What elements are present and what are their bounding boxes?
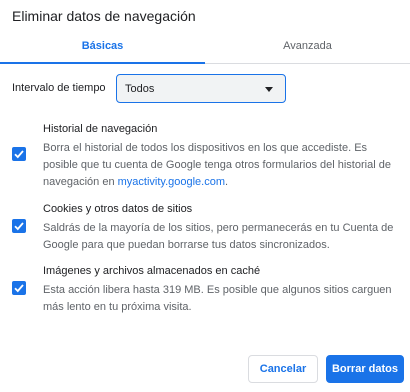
cache-checkbox[interactable] [12, 281, 26, 295]
caret-down-icon [265, 87, 273, 92]
tab-bar: Básicas Avanzada [0, 34, 410, 64]
time-range-value: Todos [125, 82, 155, 95]
tab-basic[interactable]: Básicas [0, 40, 205, 52]
checkmark-icon [14, 284, 24, 293]
active-tab-indicator [0, 62, 205, 64]
checkmark-icon [14, 150, 24, 159]
time-range-label: Intervalo de tiempo [12, 82, 106, 94]
cancel-button[interactable]: Cancelar [248, 355, 318, 383]
cookies-checkbox[interactable] [12, 219, 26, 233]
dialog-title: Eliminar datos de navegación [12, 8, 196, 24]
tab-advanced[interactable]: Avanzada [205, 40, 410, 52]
clear-data-button[interactable]: Borrar datos [326, 355, 404, 383]
browsing-history-title: Historial de navegación [43, 123, 158, 135]
checkmark-icon [14, 222, 24, 231]
cache-title: Imágenes y archivos almacenados en caché [43, 265, 261, 277]
browsing-history-checkbox[interactable] [12, 147, 26, 161]
cache-desc: Esta acción libera hasta 319 MB. Es posi… [43, 284, 392, 313]
cookies-title: Cookies y otros datos de sitios [43, 203, 193, 215]
cookies-desc: Saldrás de la mayoría de los sitios, per… [43, 222, 394, 251]
browsing-history-desc-end: . [225, 176, 229, 188]
time-range-select[interactable]: Todos [116, 74, 286, 103]
browsing-history-desc: Borra el historial de todos los disposit… [43, 140, 398, 191]
myactivity-link[interactable]: myactivity.google.com [118, 176, 225, 188]
